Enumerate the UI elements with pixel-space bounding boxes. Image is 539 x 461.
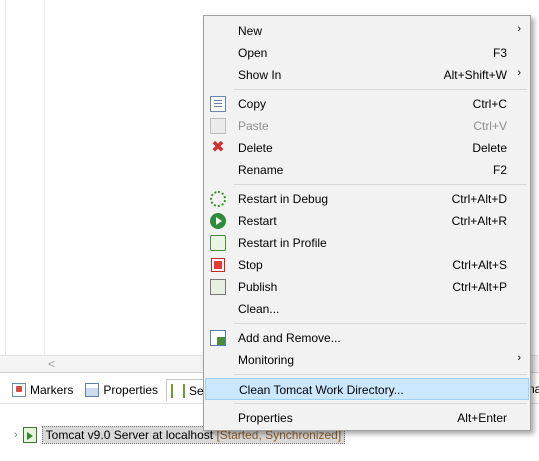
chevron-right-icon[interactable]: › (14, 429, 18, 441)
menu-item-shortcut: Ctrl+C (472, 97, 507, 111)
menu-item-stop[interactable]: Stop Ctrl+Alt+S (205, 254, 529, 276)
editor-gutter (0, 0, 6, 355)
menu-item-label: Properties (238, 411, 293, 425)
menu-item-shortcut: F2 (492, 163, 507, 177)
submenu-arrow-icon: › (517, 352, 521, 364)
submenu-arrow-icon: › (517, 23, 521, 35)
menu-item-label: Show In (238, 68, 282, 82)
delete-icon: ✖ (211, 139, 225, 156)
publish-icon (210, 279, 226, 295)
menu-item-restart-debug[interactable]: Restart in Debug Ctrl+Alt+D (205, 188, 529, 210)
menu-item-shortcut: Ctrl+Alt+R (451, 214, 507, 228)
menu-item-shortcut: F3 (492, 46, 507, 60)
menu-item-label: Open (238, 46, 268, 60)
menu-item-restart[interactable]: Restart Ctrl+Alt+R (205, 210, 529, 232)
menu-item-open[interactable]: Open F3 (205, 42, 529, 64)
menu-item-label: Restart in Debug (238, 192, 329, 206)
tab-properties-label: Properties (103, 383, 159, 397)
menu-item-shortcut: Ctrl+Alt+D (451, 192, 507, 206)
menu-item-shortcut: Delete (472, 141, 507, 155)
menu-separator (234, 323, 527, 324)
menu-item-show-in[interactable]: Show In Alt+Shift+W › (205, 64, 529, 86)
servers-icon (171, 383, 186, 398)
stop-icon (211, 258, 225, 272)
menu-item-shortcut: Alt+Enter (457, 411, 507, 425)
menu-item-label: Paste (238, 119, 269, 133)
menu-item-rename[interactable]: Rename F2 (205, 159, 529, 181)
menu-item-restart-profile[interactable]: Restart in Profile (205, 232, 529, 254)
menu-item-label: Stop (238, 258, 263, 272)
debug-icon (210, 191, 226, 207)
menu-item-label: Add and Remove... (238, 331, 341, 345)
add-remove-icon (210, 330, 226, 346)
tab-markers[interactable]: Markers (8, 379, 77, 401)
views-tabbar: Markers Properties Ser (8, 378, 213, 402)
editor-ruler (44, 0, 45, 355)
menu-item-shortcut: Alt+Shift+W (443, 68, 507, 82)
menu-item-label: Monitoring (238, 353, 295, 367)
menu-separator (234, 184, 527, 185)
menu-item-label: New (238, 24, 263, 38)
menu-item-new[interactable]: New › (205, 20, 529, 42)
menu-item-label: Clean Tomcat Work Directory... (239, 383, 404, 397)
paste-icon (210, 118, 226, 134)
menu-item-shortcut: Ctrl+Alt+S (452, 258, 507, 272)
menu-item-label: Copy (238, 97, 267, 111)
server-name: Tomcat v9.0 Server at localhost (45, 428, 214, 442)
menu-item-monitoring[interactable]: Monitoring › (205, 349, 529, 371)
copy-icon (210, 96, 226, 112)
menu-item-label: Publish (238, 280, 278, 294)
context-menu: New › Open F3 Show In Alt+Shift+W › Copy… (203, 15, 531, 431)
menu-item-properties[interactable]: Properties Alt+Enter (205, 407, 529, 429)
properties-icon (85, 383, 100, 397)
menu-item-clean-tomcat-work-dir[interactable]: Clean Tomcat Work Directory... (205, 378, 529, 400)
tomcat-server-icon (22, 427, 37, 443)
menu-item-clean[interactable]: Clean... (205, 298, 529, 320)
menu-item-shortcut: Ctrl+V (473, 119, 507, 133)
tab-markers-label: Markers (30, 383, 74, 397)
menu-item-label: Restart in Profile (238, 236, 327, 250)
tab-properties[interactable]: Properties (81, 379, 162, 401)
menu-item-label: Clean... (238, 302, 280, 316)
menu-item-shortcut: Ctrl+Alt+P (452, 280, 507, 294)
markers-icon (12, 383, 26, 397)
menu-item-label: Restart (238, 214, 277, 228)
scroll-left-arrow[interactable]: < (48, 357, 55, 371)
menu-item-label: Rename (238, 163, 284, 177)
menu-item-add-remove[interactable]: Add and Remove... (205, 327, 529, 349)
menu-item-copy[interactable]: Copy Ctrl+C (205, 93, 529, 115)
ide-window: < Markers Properties Ser nal › Tomcat v9… (0, 0, 539, 461)
submenu-arrow-icon: › (517, 67, 521, 79)
menu-item-publish[interactable]: Publish Ctrl+Alt+P (205, 276, 529, 298)
menu-separator (234, 403, 527, 404)
menu-item-paste: Paste Ctrl+V (205, 115, 529, 137)
menu-separator (234, 89, 527, 90)
profile-icon (210, 235, 226, 251)
restart-icon (210, 213, 226, 229)
menu-separator (234, 374, 527, 375)
menu-item-label: Delete (238, 141, 273, 155)
menu-item-delete[interactable]: ✖ Delete Delete (205, 137, 529, 159)
